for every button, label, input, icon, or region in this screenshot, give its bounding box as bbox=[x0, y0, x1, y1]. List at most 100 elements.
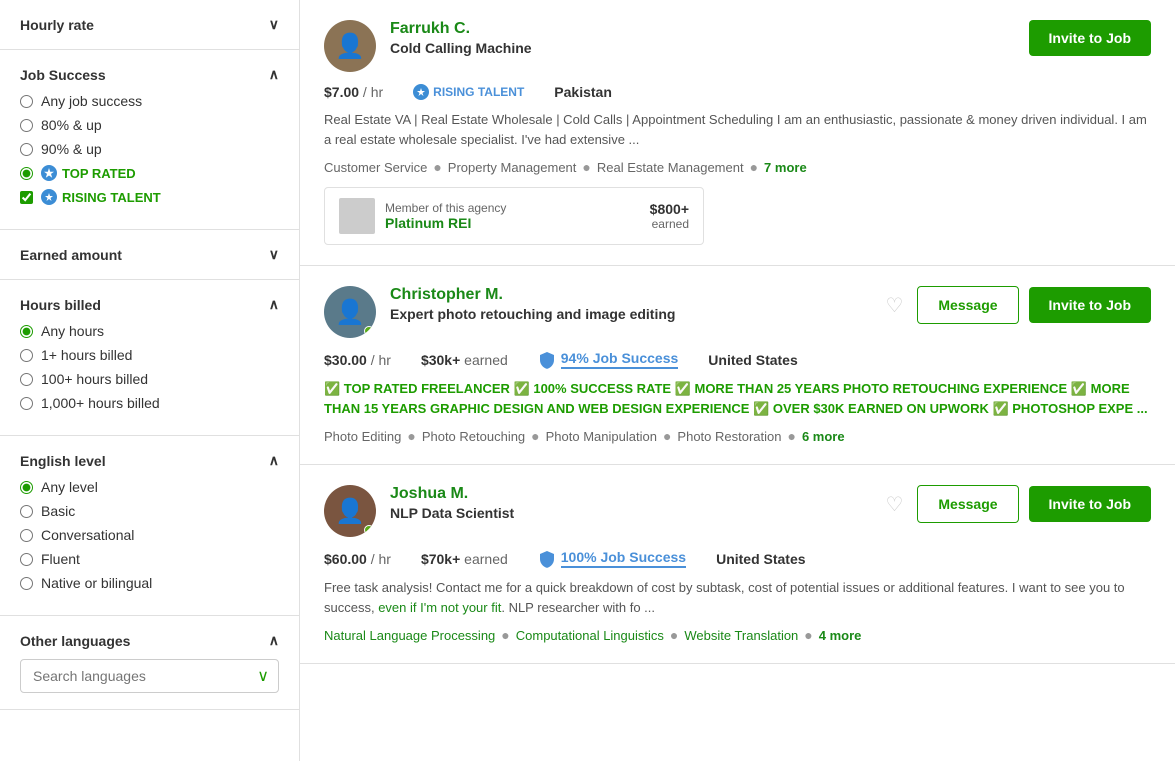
avatar-1: 👤 bbox=[324, 20, 376, 72]
agency-label-1: Member of this agency bbox=[385, 201, 640, 215]
avatar-3: 👤 bbox=[324, 485, 376, 537]
option-any-hours[interactable]: Any hours bbox=[20, 323, 279, 339]
more-skills-1[interactable]: 7 more bbox=[764, 160, 807, 175]
filter-other-languages: Other languages ∧ ∨ bbox=[0, 616, 299, 710]
card-header-3: 👤 Joshua M. NLP Data Scientist ♡ Message… bbox=[324, 485, 1151, 537]
job-success-pct-2: 94% Job Success bbox=[561, 350, 679, 369]
favorite-button-2[interactable]: ♡ bbox=[881, 289, 907, 322]
dot-3-3: ● bbox=[804, 627, 812, 643]
agency-info-1: Member of this agency Platinum REI bbox=[385, 201, 640, 231]
filter-job-success-header[interactable]: Job Success ∧ bbox=[20, 66, 279, 83]
option-any-level[interactable]: Any level bbox=[20, 479, 279, 495]
freelancer-name-1[interactable]: Farrukh C. bbox=[390, 20, 532, 38]
radio-any-level[interactable] bbox=[20, 481, 33, 494]
agency-earned-amount-1: $800+ bbox=[650, 201, 689, 217]
freelancer-title-3: NLP Data Scientist bbox=[390, 505, 514, 521]
freelancer-name-2[interactable]: Christopher M. bbox=[390, 286, 675, 304]
job-success-options: Any job success 80% & up 90% & up TOP RA… bbox=[20, 93, 279, 205]
label-basic: Basic bbox=[41, 503, 75, 519]
dot-3: ● bbox=[750, 159, 758, 175]
card-header-left-1: 👤 Farrukh C. Cold Calling Machine bbox=[324, 20, 532, 72]
filter-hourly-rate-header[interactable]: Hourly rate ∨ bbox=[20, 16, 279, 33]
checkbox-rising-talent[interactable] bbox=[20, 191, 33, 204]
option-conversational[interactable]: Conversational bbox=[20, 527, 279, 543]
option-basic[interactable]: Basic bbox=[20, 503, 279, 519]
radio-basic[interactable] bbox=[20, 505, 33, 518]
search-languages-wrapper: ∨ bbox=[20, 659, 279, 693]
chevron-up-icon-4: ∧ bbox=[269, 632, 279, 649]
dot-2: ● bbox=[582, 159, 590, 175]
card-meta-2: $30.00 / hr $30k+ earned 94% Job Success… bbox=[324, 350, 1151, 369]
rate-2: $30.00 / hr bbox=[324, 352, 391, 368]
option-80-up[interactable]: 80% & up bbox=[20, 117, 279, 133]
description-highlight-2: ✅ TOP RATED FREELANCER ✅ 100% SUCCESS RA… bbox=[324, 381, 1148, 416]
more-skills-2[interactable]: 6 more bbox=[802, 429, 845, 444]
label-1000plus-hours: 1,000+ hours billed bbox=[41, 395, 160, 411]
job-success-label-3: Job Success bbox=[600, 549, 686, 565]
invite-button-2[interactable]: Invite to Job bbox=[1029, 287, 1151, 323]
radio-native[interactable] bbox=[20, 577, 33, 590]
radio-80-up[interactable] bbox=[20, 119, 33, 132]
option-any-job-success[interactable]: Any job success bbox=[20, 93, 279, 109]
chevron-down-icon-2: ∨ bbox=[269, 246, 279, 263]
search-languages-input[interactable] bbox=[20, 659, 279, 693]
card-actions-2: ♡ Message Invite to Job bbox=[881, 286, 1151, 324]
radio-90-up[interactable] bbox=[20, 143, 33, 156]
chevron-up-icon-2: ∧ bbox=[269, 296, 279, 313]
radio-any-hours[interactable] bbox=[20, 325, 33, 338]
earned-label-2: earned bbox=[464, 352, 508, 368]
radio-any-job-success[interactable] bbox=[20, 95, 33, 108]
label-top-rated: TOP RATED bbox=[41, 165, 136, 181]
rate-1: $7.00 / hr bbox=[324, 84, 383, 100]
radio-top-rated[interactable] bbox=[20, 167, 33, 180]
radio-fluent[interactable] bbox=[20, 553, 33, 566]
agency-earned-label-1: earned bbox=[650, 217, 689, 231]
option-90-up[interactable]: 90% & up bbox=[20, 141, 279, 157]
rate-value-2: $30.00 bbox=[324, 352, 367, 368]
invite-button-3[interactable]: Invite to Job bbox=[1029, 486, 1151, 522]
option-top-rated[interactable]: TOP RATED bbox=[20, 165, 279, 181]
option-fluent[interactable]: Fluent bbox=[20, 551, 279, 567]
skill-tag-2-0: Photo Editing bbox=[324, 429, 401, 444]
freelancer-name-3[interactable]: Joshua M. bbox=[390, 485, 514, 503]
skill-tag-1-0: Customer Service bbox=[324, 160, 427, 175]
description-3: Free task analysis! Contact me for a qui… bbox=[324, 578, 1151, 617]
job-success-3: 100% Job Success bbox=[538, 549, 686, 568]
more-skills-3[interactable]: 4 more bbox=[819, 628, 862, 643]
country-3: United States bbox=[716, 551, 805, 567]
freelancer-card-2: 👤 Christopher M. Expert photo retouching… bbox=[300, 266, 1175, 465]
dot-2-3: ● bbox=[663, 428, 671, 444]
filter-hours-billed-header[interactable]: Hours billed ∧ bbox=[20, 296, 279, 313]
label-fluent: Fluent bbox=[41, 551, 80, 567]
filter-english-level-header[interactable]: English level ∧ bbox=[20, 452, 279, 469]
option-native[interactable]: Native or bilingual bbox=[20, 575, 279, 591]
filter-hourly-rate-label: Hourly rate bbox=[20, 17, 94, 33]
rising-talent-text: RISING TALENT bbox=[62, 190, 161, 205]
label-rising-talent: RISING TALENT bbox=[41, 189, 161, 205]
invite-button-1[interactable]: Invite to Job bbox=[1029, 20, 1151, 56]
radio-1plus-hours[interactable] bbox=[20, 349, 33, 362]
agency-name-1[interactable]: Platinum REI bbox=[385, 215, 640, 231]
option-rising-talent[interactable]: RISING TALENT bbox=[20, 189, 279, 205]
filter-other-languages-header[interactable]: Other languages ∧ bbox=[20, 632, 279, 649]
online-indicator-3 bbox=[364, 525, 374, 535]
earned-value-2: $30k+ bbox=[421, 352, 460, 368]
filter-earned-amount: Earned amount ∨ bbox=[0, 230, 299, 280]
message-button-3[interactable]: Message bbox=[917, 485, 1018, 523]
card-header-1: 👤 Farrukh C. Cold Calling Machine Invite… bbox=[324, 20, 1151, 72]
radio-100plus-hours[interactable] bbox=[20, 373, 33, 386]
agency-earned-1: $800+ earned bbox=[650, 201, 689, 231]
option-1000plus-hours[interactable]: 1,000+ hours billed bbox=[20, 395, 279, 411]
favorite-button-3[interactable]: ♡ bbox=[881, 488, 907, 521]
radio-1000plus-hours[interactable] bbox=[20, 397, 33, 410]
filter-job-success-label: Job Success bbox=[20, 67, 106, 83]
radio-conversational[interactable] bbox=[20, 529, 33, 542]
label-any-job-success: Any job success bbox=[41, 93, 142, 109]
skills-3: Natural Language Processing ● Computatio… bbox=[324, 627, 1151, 643]
filter-earned-amount-header[interactable]: Earned amount ∨ bbox=[20, 246, 279, 263]
dot-1: ● bbox=[433, 159, 441, 175]
option-1plus-hours[interactable]: 1+ hours billed bbox=[20, 347, 279, 363]
option-100plus-hours[interactable]: 100+ hours billed bbox=[20, 371, 279, 387]
main-content: 👤 Farrukh C. Cold Calling Machine Invite… bbox=[300, 0, 1175, 761]
message-button-2[interactable]: Message bbox=[917, 286, 1018, 324]
